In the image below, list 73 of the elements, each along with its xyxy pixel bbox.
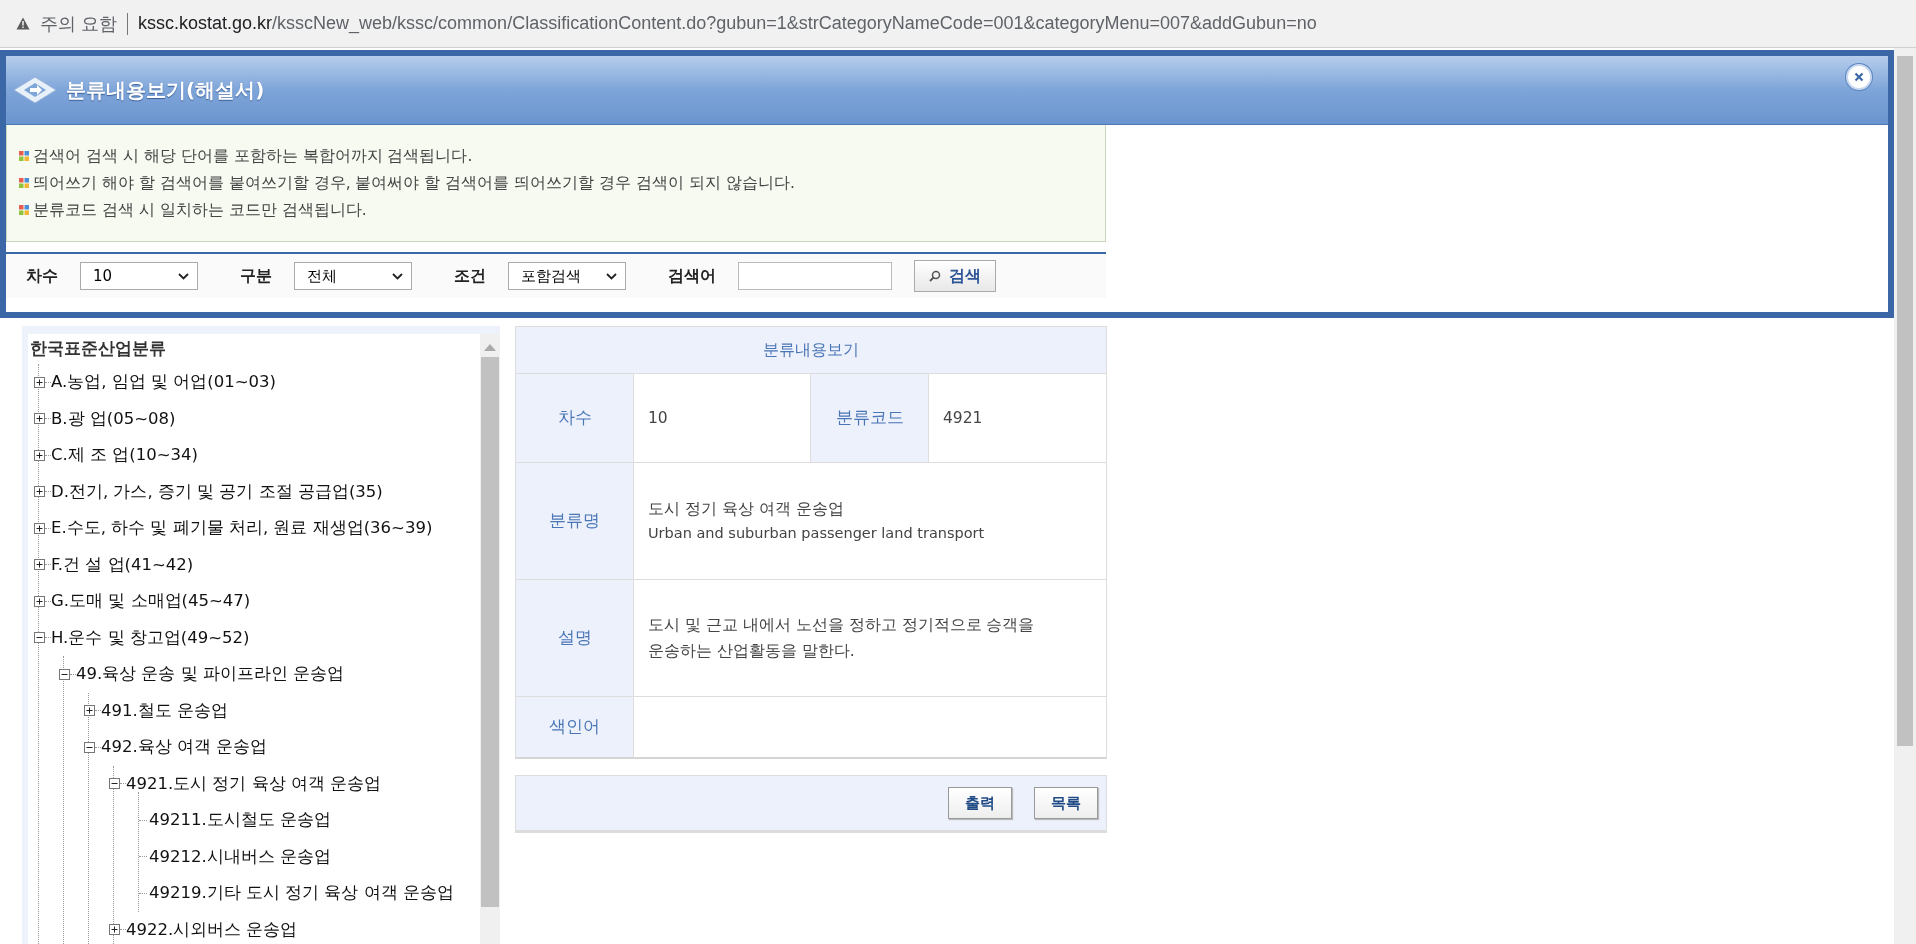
warning-icon [16, 17, 30, 30]
address-bar[interactable]: 주의 요함 kssc.kostat.go.kr/ksscNew_web/kssc/common/ClassificationContent.do?gubun=1&strCategoryNameCode=001&categoryMenu=007&addGubun=no [0, 0, 1916, 48]
filter-label: 차수 [26, 265, 58, 287]
tree-title: 한국표준산업분류 [29, 338, 167, 360]
row-header: 설명 [516, 580, 634, 696]
tree-item[interactable]: A.농업, 임업 및 어업(01~03) [51, 371, 276, 394]
table-cell-text: 도시 및 근교 내에서 노선을 정하고 정기적으로 승객을 운송하는 산업활동을 말한다. [647, 615, 1036, 662]
collapse-icon[interactable] [34, 632, 45, 644]
scrollbar[interactable] [480, 334, 500, 944]
collapse-icon[interactable] [84, 741, 95, 753]
tree-item[interactable]: 4922.시외버스 운송업 [126, 918, 298, 941]
name-english: Urban and suburban passenger land transport [648, 524, 985, 543]
notice-text: 검색어 검색 시 해당 단어를 포함하는 복합어까지 검색됩니다. [33, 145, 473, 167]
tree-item[interactable]: B.광 업(05~08) [51, 407, 176, 430]
tree-item[interactable]: 491.철도 운송업 [101, 699, 228, 722]
dropdown[interactable]: 전체 [294, 262, 412, 290]
tree-item[interactable]: D.전기, 가스, 증기 및 공기 조절 공급업(35) [51, 480, 383, 503]
expand-icon[interactable] [34, 486, 45, 498]
filter-label: 조건 [454, 265, 486, 287]
row-header: 분류명 [516, 463, 634, 579]
page-scrollbar[interactable] [1894, 48, 1916, 944]
tree-item[interactable]: G.도매 및 소매업(45~47) [51, 590, 251, 613]
dropdown[interactable]: 포함검색 [508, 262, 626, 290]
notice-text: 띄어쓰기 해야 할 검색어를 붙여쓰기할 경우, 붙여써야 할 검색어를 띄어쓰기할 경우 검색이 되지 않습니다. [33, 172, 795, 194]
tree-item[interactable]: H.운수 및 창고업(49~52) [51, 626, 250, 649]
search-icon [929, 270, 941, 282]
name-korean: 도시 정기 육상 여객 운송업 [648, 499, 844, 520]
action-button[interactable]: 목록 [1034, 787, 1098, 819]
chevron-down-icon [606, 272, 617, 280]
tree-item[interactable]: C.제 조 업(10~34) [51, 444, 198, 467]
filter-label: 구분 [240, 265, 272, 287]
expand-icon[interactable] [34, 559, 45, 571]
tree-item[interactable]: E.수도, 하수 및 폐기물 처리, 원료 재생업(36~39) [51, 517, 433, 540]
chevron-down-icon [392, 272, 403, 280]
table-cell-text: 4921 [942, 408, 984, 429]
expand-icon[interactable] [34, 376, 45, 388]
action-button[interactable]: 출력 [948, 787, 1012, 819]
security-label: 주의 요함 [40, 12, 117, 36]
filter-label: 검색어 [668, 265, 716, 287]
expand-icon[interactable] [84, 705, 95, 717]
close-button[interactable] [1846, 64, 1872, 90]
row-header: 차수 [516, 374, 634, 462]
bullet-icon [19, 205, 29, 215]
tree-item[interactable]: 49.육상 운송 및 파이프라인 운송업 [76, 663, 345, 686]
chevron-down-icon [178, 272, 189, 280]
tree-item[interactable]: 492.육상 여객 운송업 [101, 736, 268, 759]
notice-text: 분류코드 검색 시 일치하는 코드만 검색됩니다. [33, 199, 367, 221]
scroll-thumb[interactable] [481, 357, 499, 907]
bullet-icon [19, 178, 29, 188]
expand-icon[interactable] [109, 924, 120, 936]
row-header: 분류코드 [811, 374, 929, 462]
collapse-icon[interactable] [109, 778, 120, 790]
expand-icon[interactable] [34, 449, 45, 461]
tree-item[interactable]: F.건 설 업(41~42) [51, 553, 194, 576]
expand-icon[interactable] [34, 522, 45, 534]
table-title: 분류내용보기 [516, 327, 1106, 374]
popup-title: 분류내용보기(해설서) [66, 76, 265, 104]
expand-icon[interactable] [34, 595, 45, 607]
search-button[interactable]: 검색 [914, 260, 996, 292]
keyword-input[interactable] [738, 262, 892, 290]
bullet-icon [19, 151, 29, 161]
expand-icon[interactable] [34, 413, 45, 425]
tree-item[interactable]: 49219.기타 도시 정기 육상 여객 운송업 [149, 882, 454, 905]
tree-item[interactable]: 49212.시내버스 운송업 [149, 845, 331, 868]
collapse-icon[interactable] [59, 668, 70, 680]
url-host: kssc.kostat.go.kr [138, 13, 273, 33]
scroll-thumb[interactable] [1897, 56, 1913, 746]
url-path: /ksscNew_web/kssc/common/ClassificationContent.do?gubun=1&strCategoryNameCode=001&categoryMenu=007&addGubun=no [272, 13, 1317, 33]
row-header: 색인어 [516, 697, 634, 757]
tree-item[interactable]: 4921.도시 정기 육상 여객 운송업 [126, 772, 382, 795]
tree-item[interactable]: 49211.도시철도 운송업 [149, 809, 331, 832]
close-icon [1854, 72, 1864, 82]
dropdown[interactable]: 10 [80, 262, 198, 290]
